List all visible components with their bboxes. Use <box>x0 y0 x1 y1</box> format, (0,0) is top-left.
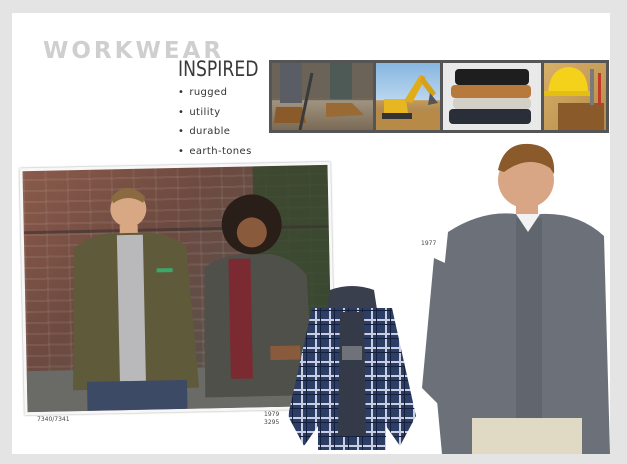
hard-hat-photo <box>544 63 606 130</box>
oxford-shirt-model-image <box>412 128 610 454</box>
folded-pants-photo <box>443 63 541 130</box>
caption-flannel-line1: 1979 <box>264 411 280 418</box>
feature-rugged: rugged <box>178 87 252 107</box>
caption-flannel-line2: 3295 <box>264 419 280 426</box>
title-inspired: INSPIRED <box>178 57 259 81</box>
caption-flannel-style-numbers: 1979 3295 <box>264 411 279 427</box>
excavator-photo <box>376 63 440 130</box>
caption-group-style-numbers: 7340/7341 <box>37 416 70 423</box>
feature-utility: utility <box>178 107 252 127</box>
feature-list: rugged utility durable earth-tones <box>178 87 252 165</box>
photo-strip <box>269 60 609 133</box>
boots-photo <box>272 63 373 130</box>
catalog-page: WORKWEAR INSPIRED rugged utility durable… <box>12 13 610 454</box>
feature-durable: durable <box>178 126 252 146</box>
feature-earth-tones: earth-tones <box>178 146 252 166</box>
flannel-hooded-shirt-image <box>282 286 422 452</box>
